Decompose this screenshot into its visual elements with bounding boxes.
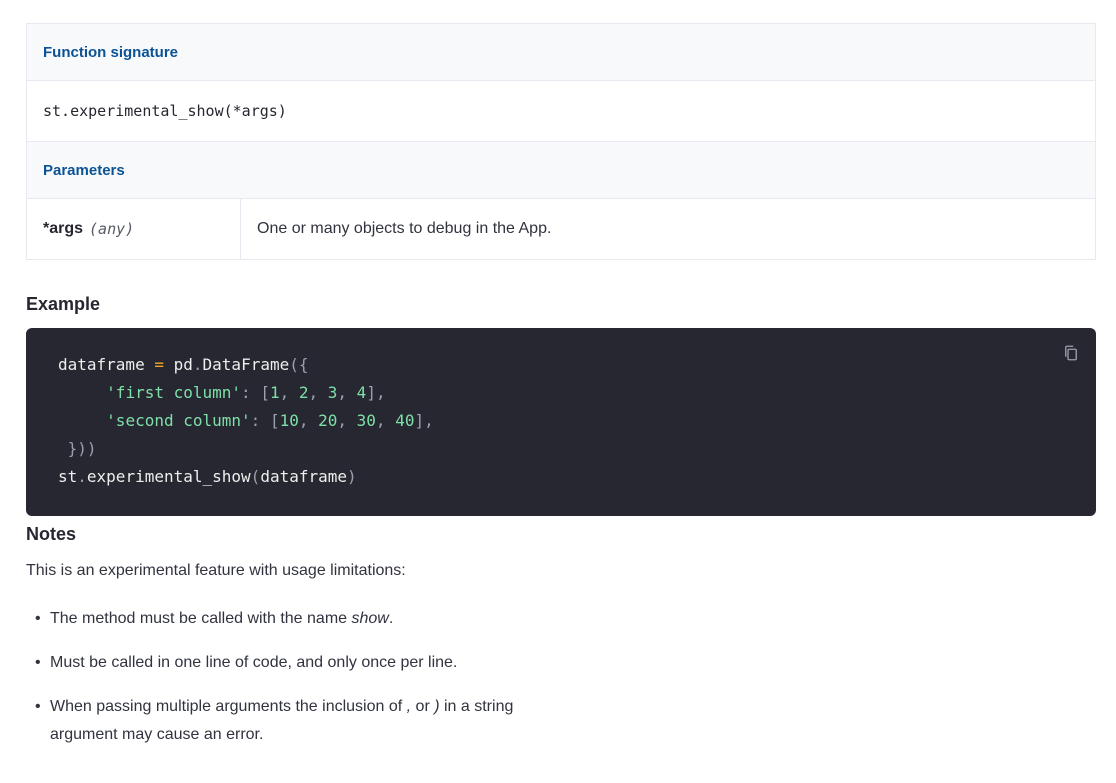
list-item: Must be called in one line of code, and … [26,649,546,677]
parameter-row: *args (any) One or many objects to debug… [27,199,1095,259]
code-token-function: experimental_show [86,467,251,486]
list-item-text: The method must be called with the name [50,610,352,627]
code-token-object: st [58,467,78,486]
code-line-4: })) [58,439,97,458]
list-item-text: Must be called in one line of code, and … [50,654,458,671]
code-token-number: 4 [356,383,367,402]
code-token-open: ({ [289,355,309,374]
parameter-description: One or many objects to debug in the App. [257,220,552,237]
notes-heading: Notes [26,524,77,544]
code-token-number: 10 [279,411,299,430]
list-item-emphasis: show [351,610,389,627]
code-token-colon: : [241,383,251,402]
code-line-1: dataframe = pd.DataFrame({ [58,351,1096,379]
code-token-string: 'second column' [106,411,251,430]
parameter-name-cell: *args (any) [27,199,241,259]
code-line-3: 'second column': [10, 20, 30, 40], [58,407,1096,435]
parameter-type: (any) [89,220,135,238]
parameters-label: Parameters [43,161,125,179]
code-token-bracket-close: ], [414,411,434,430]
function-signature-row: st.experimental_show(*args) [27,81,1095,142]
code-token-bracket: [ [269,411,280,430]
list-item-text-mid: or [411,698,435,715]
function-signature-label: Function signature [43,43,178,61]
parameters-header: Parameters [27,142,1095,199]
list-item-text: When passing multiple arguments the incl… [50,698,407,715]
code-token-number: 3 [327,383,338,402]
function-signature-code: st.experimental_show(*args) [43,102,287,120]
copy-icon[interactable] [1062,344,1080,362]
notes-intro: This is an experimental feature with usa… [26,562,406,579]
code-token-number: 20 [318,411,338,430]
code-block: dataframe = pd.DataFrame({ 'first column… [26,328,1096,516]
function-signature-table: Function signature st.experimental_show(… [26,23,1096,260]
code-token-number: 1 [269,383,280,402]
code-token-colon: : [250,411,261,430]
code-token-number: 2 [298,383,309,402]
code-token-paren-open: ( [250,467,261,486]
code-line-2: 'first column': [1, 2, 3, 4], [58,379,1096,407]
code-token-dot: . [77,467,87,486]
list-item: When passing multiple arguments the incl… [26,693,546,749]
code-token-arg: dataframe [260,467,348,486]
code-token-number: 40 [395,411,415,430]
code-token-bracket: [ [260,383,270,402]
code-token-paren-close: ) [347,467,357,486]
code-line-5: st.experimental_show(dataframe) [58,463,1096,491]
example-heading: Example [26,294,101,314]
code-token-number: 30 [356,411,376,430]
list-item: The method must be called with the name … [26,605,546,633]
code-token-class: DataFrame [202,355,290,374]
list-item-text-end: . [388,610,394,627]
function-signature-header: Function signature [27,24,1095,81]
code-token-module: pd [173,355,193,374]
notes-list: The method must be called with the name … [26,605,546,765]
code-token-string: 'first column' [106,383,242,402]
parameter-name: *args [43,220,84,237]
code-token-var: dataframe [58,355,145,374]
code-token-bracket-close: ], [366,383,386,402]
code-token-op: = [154,355,164,374]
code-token-dot: . [192,355,203,374]
